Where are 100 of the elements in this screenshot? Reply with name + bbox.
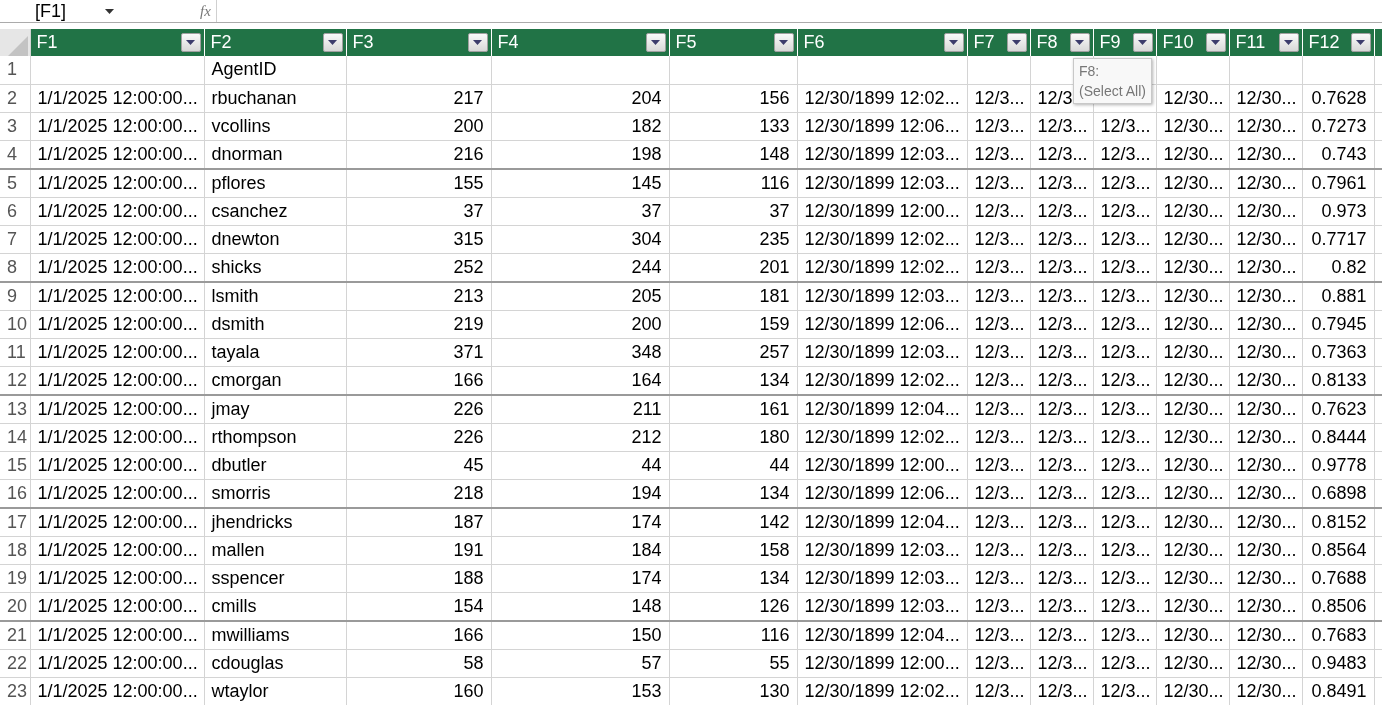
column-header[interactable]: F2 <box>204 29 346 56</box>
table-cell: 216 <box>346 140 491 169</box>
table-cell: 12/30... <box>1156 197 1229 225</box>
filter-button[interactable] <box>1006 33 1027 52</box>
table-cell: 12/3... <box>1093 253 1156 282</box>
table-cell: 12/30/1899 12:06... <box>797 310 967 338</box>
row-number[interactable]: 2 <box>0 84 30 112</box>
table-cell: 12/3... <box>967 649 1030 677</box>
table-cell: 12/30... <box>1229 366 1302 395</box>
column-header[interactable]: F10 <box>1156 29 1229 56</box>
table-cell: 12/30... <box>1229 84 1302 112</box>
table-cell: 12/30/1899 12:03... <box>797 168 967 197</box>
dropdown-icon[interactable] <box>105 8 114 14</box>
table-cell: 1/1/2025 12:00:00... <box>30 423 204 451</box>
column-header[interactable]: F4 <box>491 29 669 56</box>
row-number[interactable]: 3 <box>0 112 30 140</box>
table-cell: 218 <box>346 479 491 508</box>
column-header[interactable]: F11 <box>1229 29 1302 56</box>
table-cell: 12/3... <box>1093 338 1156 366</box>
row-number[interactable]: 7 <box>0 225 30 253</box>
table-cell: 12/3... <box>967 592 1030 621</box>
row-number[interactable]: 1 <box>0 56 30 84</box>
filter-button[interactable] <box>467 33 488 52</box>
row-number[interactable]: 5 <box>0 168 30 197</box>
table-cell: 12/30... <box>1229 620 1302 649</box>
table-cell: 12/30... <box>1229 310 1302 338</box>
row-number[interactable]: 6 <box>0 197 30 225</box>
table-cell: 1/1/2025 12:00:00... <box>30 677 204 705</box>
column-header[interactable]: F9 <box>1093 29 1156 56</box>
table-cell: 0.8133 <box>1302 366 1374 395</box>
filter-button[interactable] <box>1132 33 1153 52</box>
table-cell: 371 <box>346 338 491 366</box>
column-header[interactable]: F12 <box>1302 29 1374 56</box>
filter-button[interactable] <box>322 33 343 52</box>
table-cell: 1/1/2025 12:00:00... <box>30 225 204 253</box>
row-number[interactable]: 18 <box>0 536 30 564</box>
table-cell: 37 <box>491 197 669 225</box>
table-cell: 57 <box>491 649 669 677</box>
table-cell: 204 <box>491 84 669 112</box>
row-number[interactable]: 11 <box>0 338 30 366</box>
row-number[interactable]: 14 <box>0 423 30 451</box>
dropdown-icon <box>328 40 337 45</box>
table-cell: 12/30/1899 12:03... <box>797 564 967 592</box>
table-cell: 12/3... <box>967 507 1030 536</box>
name-box[interactable]: [F1] <box>0 0 200 22</box>
row-number[interactable]: 20 <box>0 592 30 621</box>
table-cell: 12/30... <box>1229 564 1302 592</box>
row-number[interactable]: 10 <box>0 310 30 338</box>
row-number[interactable]: 19 <box>0 564 30 592</box>
filter-button[interactable] <box>1069 33 1090 52</box>
table-cell: 12/30... <box>1156 168 1229 197</box>
row-number[interactable]: 4 <box>0 140 30 169</box>
dropdown-icon <box>186 40 195 45</box>
filter-button[interactable] <box>773 33 794 52</box>
row-number[interactable]: 23 <box>0 677 30 705</box>
table-cell: cdouglas <box>204 649 346 677</box>
table-cell: 0.82 <box>1302 253 1374 282</box>
column-header[interactable] <box>1374 29 1382 56</box>
column-header[interactable]: F3 <box>346 29 491 56</box>
table-cell: rbuchanan <box>204 84 346 112</box>
table-cell: 130 <box>669 677 797 705</box>
row-number[interactable]: 12 <box>0 366 30 395</box>
filter-button[interactable] <box>1350 33 1371 52</box>
filter-button[interactable] <box>1205 33 1226 52</box>
table-cell: dnorman <box>204 140 346 169</box>
filter-button[interactable] <box>1278 33 1299 52</box>
table-cell: 155 <box>346 168 491 197</box>
table-cell: 12/3... <box>967 253 1030 282</box>
column-header[interactable]: F8 <box>1030 29 1093 56</box>
column-header[interactable]: F6 <box>797 29 967 56</box>
row-number[interactable]: 17 <box>0 507 30 536</box>
filter-button[interactable] <box>943 33 964 52</box>
table-cell: 12/30... <box>1156 592 1229 621</box>
row-number[interactable]: 15 <box>0 451 30 479</box>
column-header[interactable]: F7 <box>967 29 1030 56</box>
row-number[interactable]: 16 <box>0 479 30 508</box>
row-number[interactable]: 22 <box>0 649 30 677</box>
row-number[interactable]: 21 <box>0 620 30 649</box>
table-cell: 0.881 <box>1302 281 1374 310</box>
table-cell: 1/1/2025 12:00:00... <box>30 338 204 366</box>
filter-button[interactable] <box>180 33 201 52</box>
filter-button[interactable] <box>645 33 666 52</box>
table-cell: 12/3... <box>1030 451 1093 479</box>
table-cell: smorris <box>204 479 346 508</box>
row-number[interactable]: 9 <box>0 281 30 310</box>
table-cell: 12/30... <box>1229 197 1302 225</box>
table-cell: 1/1/2025 12:00:00... <box>30 394 204 423</box>
column-header[interactable]: F1 <box>30 29 204 56</box>
column-header[interactable]: F5 <box>669 29 797 56</box>
dropdown-icon <box>1075 40 1084 45</box>
table-cell: 134 <box>669 366 797 395</box>
row-number[interactable]: 13 <box>0 394 30 423</box>
function-label[interactable]: fx <box>200 0 217 22</box>
table-cell: 12/30... <box>1156 507 1229 536</box>
table-cell: 205 <box>491 281 669 310</box>
table-cell: 1/1/2025 12:00:00... <box>30 649 204 677</box>
table-cell: 12/30/1899 12:02... <box>797 84 967 112</box>
table-cell: 12/3... <box>967 225 1030 253</box>
table-cell: 1/1/2025 12:00:00... <box>30 112 204 140</box>
row-number[interactable]: 8 <box>0 253 30 282</box>
